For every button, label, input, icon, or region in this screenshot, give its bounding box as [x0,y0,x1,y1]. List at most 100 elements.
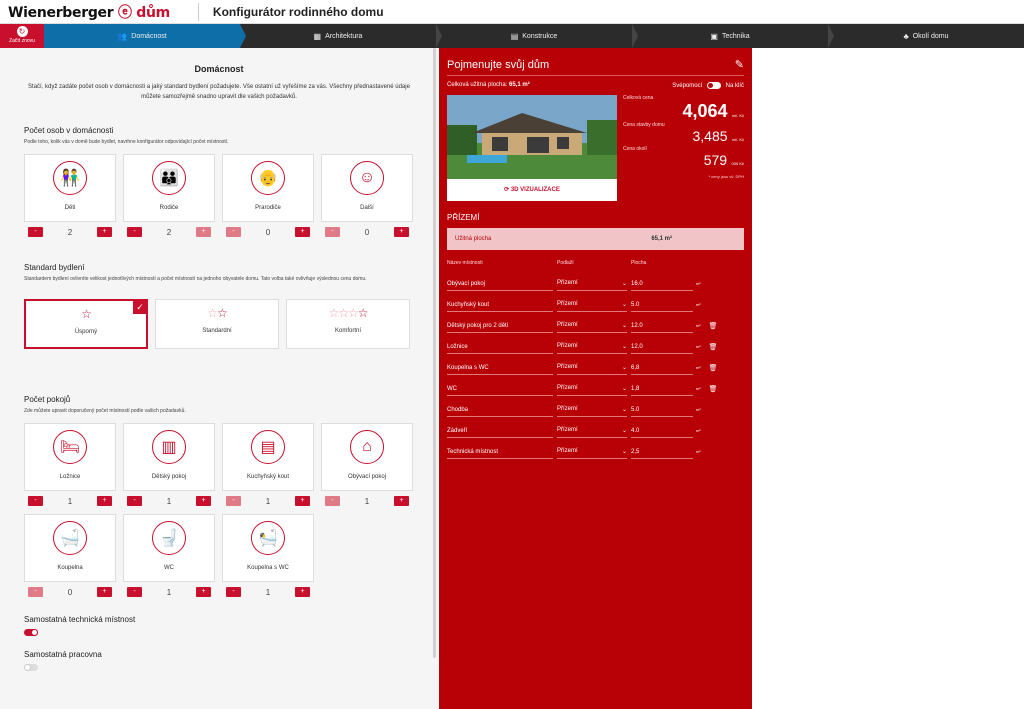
room-card-koupelna-s-wc: 🛀 Koupelna s WC [222,514,314,582]
preview-and-prices: ⟳ 3D VIZUALIZACE Celková cena 4,064 mil.… [447,95,745,202]
area-input[interactable]: 12.0 [631,323,693,334]
toggle-switch[interactable] [706,82,721,89]
area-input[interactable]: 5.0 [631,302,693,313]
area-unit: m² [696,428,701,434]
decrement-button[interactable]: - [28,496,43,506]
decrement-button[interactable]: - [226,496,241,506]
area-input[interactable]: 12.0 [631,344,693,355]
increment-button[interactable]: + [393,496,409,506]
total-price: 4,064 mil. Kč [623,101,745,122]
scrollbar[interactable] [433,48,436,658]
chevron-down-icon: ⌄ [621,365,627,372]
floor-select[interactable]: Přízemí ⌄ [557,448,627,460]
area-input[interactable]: 4.0 [631,428,693,439]
standard-option-usporny[interactable]: ✓ ☆ Úsporný [24,299,148,349]
area-input[interactable]: 16.0 [631,281,693,292]
standard-option-standardni[interactable]: ☆☆ Standardní [155,299,279,349]
area-input[interactable]: 5.0 [631,407,693,418]
total-area: Celková užitná plocha: 65,1 m² [447,82,530,89]
increment-button[interactable]: + [294,496,310,506]
decrement-button[interactable]: - [127,496,142,506]
floor-select[interactable]: Přízemí ⌄ [557,364,627,376]
persons-title: Počet osob v domácnosti [24,126,114,135]
room-card-obyvaci-pokoj: ⌂ Obývací pokoj [321,423,413,491]
house-preview[interactable]: ⟳ 3D VIZUALIZACE [447,95,617,202]
decrement-button[interactable]: - [127,227,142,237]
pencil-icon[interactable]: ✎ [735,58,744,71]
logo-suffix: dům [136,4,170,21]
floor-select[interactable]: Přízemí ⌄ [557,406,627,418]
3d-visualization-button[interactable]: ⟳ 3D VIZUALIZACE [447,179,617,202]
decrement-button[interactable]: - [226,227,241,237]
increment-button[interactable]: + [96,227,112,237]
room-name-input[interactable]: Dětský pokoj pro 2 děti [447,323,553,334]
stepper-value: 1 [364,496,370,506]
house-name-input[interactable]: Pojmenujte svůj dům [447,59,549,71]
standard-option-komfortni[interactable]: ☆☆☆☆ Komfortní [286,299,410,349]
floor-select[interactable]: Přízemí ⌄ [557,385,627,397]
bath-toilet-icon: 🛀 [251,521,285,555]
room-name-input[interactable]: Technická místnost [447,449,553,460]
trash-icon[interactable]: 🗑 [709,322,718,333]
decrement-button[interactable]: - [28,227,43,237]
area-input[interactable]: 1,8 [631,386,693,397]
room-name-input[interactable]: Ložnice [447,344,553,355]
increment-button[interactable]: + [195,496,211,506]
trash-icon[interactable]: 🗑 [709,385,718,396]
room-name-input[interactable]: Obývací pokoj [447,281,553,292]
decrement-button[interactable]: - [226,587,241,597]
area-input[interactable]: 2,5 [631,449,693,460]
toggle-switch[interactable] [24,629,38,636]
tab-label: Konstrukce [522,32,558,40]
floor-select[interactable]: Přízemí ⌄ [557,427,627,439]
decrement-button[interactable]: - [28,587,43,597]
increment-button[interactable]: + [393,227,409,237]
bunk-bed-icon: ▥ [152,430,186,464]
total-price-unit: mil. Kč [732,113,744,119]
floor-value: Přízemí [557,322,578,329]
room-name-input[interactable]: WC [447,386,553,397]
floor-value: Přízemí [557,280,578,287]
room-name-input[interactable]: Koupelna s WC [447,365,553,376]
tab-technika[interactable]: ▣ Technika [632,24,834,48]
increment-button[interactable]: + [96,496,112,506]
floor-select[interactable]: Přízemí ⌄ [557,343,627,355]
floor-select[interactable]: Přízemí ⌄ [557,301,627,313]
increment-button[interactable]: + [294,587,310,597]
room-name-input[interactable]: Chodba [447,407,553,418]
tab-domacnost[interactable]: 👥 Domácnost [44,24,246,48]
usable-area-value: 65,1 m² [651,236,672,243]
brand-logo[interactable]: Wienerberger ⓔ dům [8,2,170,22]
floor-select[interactable]: Přízemí ⌄ [557,322,627,334]
quantity-stepper: - 1 + [222,496,314,506]
tab-konstrukce[interactable]: ▤ Konstrukce [436,24,638,48]
increment-button[interactable]: + [294,227,310,237]
page-title: Domácnost [194,64,244,74]
room-name-input[interactable]: Zádveří [447,428,553,439]
trash-icon[interactable]: 🗑 [709,343,718,354]
decrement-button[interactable]: - [127,587,142,597]
chevron-down-icon: ⌄ [621,386,627,393]
increment-button[interactable]: + [195,587,211,597]
switch-left-label: Svépomocí [672,83,703,90]
build-mode-switch[interactable]: Svépomocí Na klíč [672,82,744,89]
increment-button[interactable]: + [195,227,211,237]
tab-architektura[interactable]: ▦ Architektura [240,24,442,48]
reset-button[interactable]: ↻ Začít znovu [0,24,44,48]
increment-button[interactable]: + [96,587,112,597]
chevron-down-icon: ⌄ [621,302,627,309]
decrement-button[interactable]: - [325,227,340,237]
tab-okoli-domu[interactable]: ♣ Okolí domu [828,24,1024,48]
toggle-label: Samostatná pracovna [24,650,102,659]
room-name-input[interactable]: Kuchyňský kout [447,302,553,313]
summary-panel: Pojmenujte svůj dům ✎ Celková užitná plo… [439,48,752,709]
person-card-rodice: 👪 Rodiče [123,154,215,222]
floor-select[interactable]: Přízemí ⌄ [557,280,627,292]
bed-icon: 🛏 [53,430,87,464]
trash-icon[interactable]: 🗑 [709,364,718,375]
chevron-down-icon: ⌄ [621,323,627,330]
decrement-button[interactable]: - [325,496,340,506]
area-input[interactable]: 6,8 [631,365,693,376]
toggle-switch[interactable] [24,664,38,671]
table-row: Technická místnost Přízemí ⌄ 2,5 m² [447,438,744,460]
